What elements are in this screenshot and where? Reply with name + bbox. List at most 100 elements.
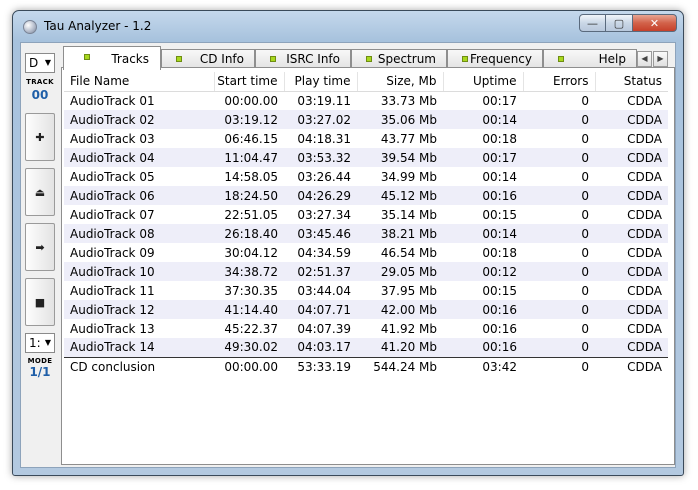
- tracks-table: File Name Start time Play time Size, Mb …: [64, 72, 668, 376]
- tab-label: Tracks: [111, 52, 149, 66]
- tab-label: Frequency: [470, 52, 532, 66]
- cell-start-time: 45:22.37: [224, 321, 278, 336]
- cell-file-name: AudioTrack 10: [64, 262, 214, 281]
- table-row[interactable]: AudioTrack 08 26:18.40 03:45.46 38.21 Mb 00:…: [64, 224, 668, 243]
- cell-play-time: 03:26.44: [297, 169, 351, 184]
- tab-scroll-right-button[interactable]: ▶: [653, 51, 668, 67]
- eject-button[interactable]: ⏏: [25, 168, 55, 216]
- cell-start-time: 00:00.00: [224, 93, 278, 108]
- cell-start-time: 11:04.47: [214, 148, 284, 167]
- cell-size: 34.99 Mb: [380, 169, 437, 184]
- cell-size: 38.21 Mb: [357, 224, 443, 243]
- stop-button[interactable]: ■: [25, 278, 55, 326]
- cell-play-time: 03:27.02: [284, 110, 357, 129]
- cell-file-name: AudioTrack 01: [70, 93, 155, 108]
- cell-start-time: 37:30.35: [224, 283, 278, 298]
- cell-status: CDDA: [627, 207, 662, 222]
- cell-status: CDDA: [627, 283, 662, 298]
- cell-status: CDDA: [595, 262, 668, 281]
- close-button[interactable]: ✕: [633, 14, 677, 32]
- cell-size: 45.12 Mb: [357, 186, 443, 205]
- table-row[interactable]: AudioTrack 09 30:04.12 04:34.59 46.54 Mb 00:…: [64, 243, 668, 262]
- column-header-play-time[interactable]: Play time: [284, 72, 358, 92]
- cell-errors: 0: [581, 321, 589, 336]
- cell-play-time: 04:34.59: [297, 245, 351, 260]
- tab-cd-info[interactable]: CD Info: [161, 49, 255, 69]
- mode-label: MODE: [27, 357, 53, 365]
- tab-isrc-info[interactable]: ISRC Info: [255, 49, 351, 69]
- table-row[interactable]: AudioTrack 11 37:30.35 03:44.04 37.95 Mb 00:…: [64, 281, 668, 300]
- cell-size: 41.92 Mb: [380, 321, 437, 336]
- mode-select[interactable]: 1: ▼: [25, 333, 55, 353]
- cell-uptime: 00:14: [443, 224, 523, 243]
- column-header-start-time[interactable]: Start time: [214, 72, 285, 92]
- client-area: D ▼ TRACK 00 ✚ ⏏ ➡ ■ 1: ▼ MODE 1/1 Track…: [20, 42, 676, 468]
- cell-status: CDDA: [595, 356, 668, 376]
- column-header-uptime[interactable]: Uptime: [443, 72, 524, 92]
- table-row[interactable]: AudioTrack 14 49:30.02 04:03.17 41.20 Mb 00:…: [64, 338, 668, 357]
- title-bar[interactable]: Tau Analyzer - 1.2 — ▢ ✕: [13, 11, 683, 41]
- cell-errors: 0: [581, 207, 589, 222]
- column-header-file-name[interactable]: File Name: [64, 72, 215, 92]
- tab-spectrum[interactable]: Spectrum: [351, 49, 447, 69]
- table-row[interactable]: AudioTrack 06 18:24.50 04:26.29 45.12 Mb 00:…: [64, 186, 668, 205]
- tab-label: Spectrum: [377, 52, 436, 66]
- cell-size: 41.20 Mb: [357, 338, 443, 357]
- drive-select[interactable]: D ▼: [25, 53, 55, 73]
- cell-file-name: AudioTrack 11: [70, 283, 155, 298]
- cell-errors: 0: [523, 110, 595, 129]
- track-label: TRACK: [26, 78, 54, 86]
- cell-size: 29.05 Mb: [357, 262, 443, 281]
- tab-help[interactable]: Help: [543, 49, 637, 69]
- table-row[interactable]: AudioTrack 13 45:22.37 04:07.39 41.92 Mb 00:…: [64, 319, 668, 338]
- dropdown-arrow-icon: ▼: [44, 338, 51, 347]
- cell-size: 35.06 Mb: [357, 110, 443, 129]
- cell-uptime: 00:16: [443, 300, 523, 319]
- cell-play-time: 53:33.19: [284, 356, 357, 376]
- cell-uptime: 03:42: [443, 356, 523, 376]
- column-header-errors[interactable]: Errors: [523, 72, 596, 92]
- cell-uptime: 00:16: [482, 321, 517, 336]
- tracks-table-body: AudioTrack 01 00:00.00 03:19.11 33.73 Mb 00:…: [64, 91, 668, 376]
- cell-start-time: 00:00.00: [214, 356, 284, 376]
- table-row[interactable]: AudioTrack 02 03:19.12 03:27.02 35.06 Mb 00:…: [64, 110, 668, 129]
- cell-file-name: AudioTrack 05: [70, 169, 155, 184]
- cell-start-time: 30:04.12: [224, 245, 278, 260]
- next-button[interactable]: ➡: [25, 223, 55, 271]
- status-led-icon: [270, 56, 276, 62]
- table-row[interactable]: AudioTrack 04 11:04.47 03:53.32 39.54 Mb 00:…: [64, 148, 668, 167]
- app-icon[interactable]: [23, 20, 37, 34]
- column-header-size[interactable]: Size, Mb: [357, 72, 444, 92]
- tab-tracks[interactable]: Tracks: [63, 46, 161, 70]
- eject-icon: ⏏: [34, 185, 46, 199]
- table-row[interactable]: AudioTrack 05 14:58.05 03:26.44 34.99 Mb 00:…: [64, 167, 668, 186]
- table-row[interactable]: AudioTrack 01 00:00.00 03:19.11 33.73 Mb 00:…: [64, 91, 668, 110]
- table-row[interactable]: AudioTrack 12 41:14.40 04:07.71 42.00 Mb 00:…: [64, 300, 668, 319]
- cell-status: CDDA: [595, 224, 668, 243]
- status-led-icon: [84, 54, 90, 60]
- cell-uptime: 00:17: [443, 148, 523, 167]
- table-row[interactable]: AudioTrack 03 06:46.15 04:18.31 43.77 Mb 00:…: [64, 129, 668, 148]
- cell-file-name: AudioTrack 07: [70, 207, 155, 222]
- mode-value: 1/1: [29, 365, 51, 379]
- cell-status: CDDA: [595, 338, 668, 357]
- cell-status: CDDA: [595, 148, 668, 167]
- column-header-status[interactable]: Status: [595, 72, 668, 92]
- arrow-right-icon: ➡: [35, 240, 45, 254]
- cell-status: CDDA: [627, 321, 662, 336]
- tab-frequency[interactable]: Frequency: [447, 49, 543, 69]
- cell-play-time: 03:53.32: [284, 148, 357, 167]
- tab-scroll-left-button[interactable]: ◀: [637, 51, 652, 67]
- cell-file-name: AudioTrack 14: [64, 338, 214, 357]
- minimize-button[interactable]: —: [579, 14, 606, 32]
- table-row[interactable]: AudioTrack 07 22:51.05 03:27.34 35.14 Mb 00:…: [64, 205, 668, 224]
- maximize-button[interactable]: ▢: [606, 14, 633, 32]
- add-button[interactable]: ✚: [25, 113, 55, 161]
- cell-play-time: 04:03.17: [284, 338, 357, 357]
- table-row[interactable]: AudioTrack 10 34:38.72 02:51.37 29.05 Mb 00:…: [64, 262, 668, 281]
- cell-status: CDDA: [595, 186, 668, 205]
- cell-file-name: AudioTrack 12: [64, 300, 214, 319]
- cell-size: 33.73 Mb: [380, 93, 437, 108]
- track-number: 00: [31, 88, 49, 102]
- mode-select-value: 1:: [29, 336, 41, 350]
